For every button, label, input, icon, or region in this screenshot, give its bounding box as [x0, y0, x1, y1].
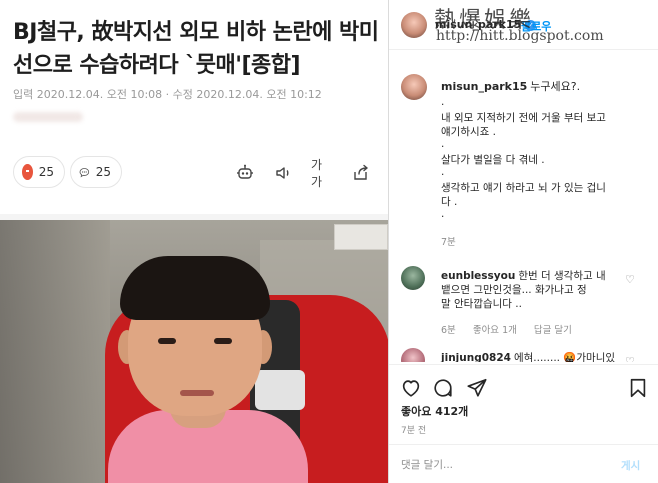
person-eye — [158, 338, 176, 344]
font-size-button[interactable]: 가가 — [311, 158, 333, 189]
person-eye — [214, 338, 232, 344]
avatar[interactable] — [401, 266, 425, 290]
air-conditioner — [334, 224, 388, 250]
comment-count: 25 — [95, 165, 111, 179]
avatar[interactable] — [401, 348, 425, 362]
comment-username[interactable]: jinjung0824 — [441, 352, 511, 362]
caption-line: 내 외모 지적하기 전에 거울 부터 보고 — [441, 112, 606, 124]
share-icon — [354, 164, 368, 180]
comment-username[interactable]: eunblessyou — [441, 270, 515, 282]
read-aloud-button[interactable] — [273, 162, 295, 184]
comment-meta: 6분 좋아요 1개 답글 달기 — [441, 322, 586, 336]
instagram-panel: misun_park15 ✓ 팔로우 熱爆娛樂 http://hitt.blog… — [389, 0, 658, 483]
robot-icon — [237, 164, 253, 179]
add-comment-bar: 게시 — [389, 444, 658, 483]
caption-line: 생각하고 얘기 하라고 뇌 가 있는 겁니 — [441, 182, 606, 194]
likes-count[interactable]: 좋아요 412개 — [401, 403, 468, 419]
font-size-label: 가가 — [311, 158, 323, 189]
comment-header: jinjung0824 에혀........ 🤬가마니있 — [441, 350, 615, 362]
angry-face-icon — [22, 164, 33, 180]
person-hair — [120, 256, 270, 320]
watermark-url: http://hitt.blogspot.com — [436, 28, 604, 44]
caption-line: 얘기하시죠 . — [441, 126, 496, 138]
article-headline: BJ철구, 故박지선 외모 비하 논란에 박미선으로 수습하려다 `뭇매'[종합… — [13, 20, 379, 78]
caption-line: . — [441, 96, 445, 108]
post-action-bar: 좋아요 412개 7분 전 — [389, 364, 658, 452]
gaming-chair-arm — [255, 370, 305, 410]
comment-item-partial: jinjung0824 에혀........ 🤬가마니있 ♡ — [389, 348, 658, 362]
caption-username-link[interactable]: misun_park15 — [441, 80, 527, 93]
person-mouth — [180, 390, 214, 396]
caption-line: 살다가 별일을 다 겪네 . — [441, 154, 545, 166]
caption-line: . — [441, 166, 445, 178]
speech-bubble-icon — [79, 167, 90, 177]
post-header: misun_park15 ✓ 팔로우 熱爆娛樂 http://hitt.blog… — [389, 0, 658, 50]
comment-time: 6분 — [441, 325, 456, 336]
comment-like-heart-icon[interactable]: ♡ — [625, 356, 637, 363]
post-comment-button[interactable]: 게시 — [621, 458, 640, 473]
caption-username: misun_park15 누구세요?. — [441, 78, 580, 94]
summary-bot-button[interactable] — [234, 162, 256, 184]
avatar[interactable] — [401, 12, 427, 38]
comment-text: 뱉으면 그만인것을... 화가나고 정 — [441, 284, 587, 296]
caption-time: 7분 — [441, 237, 456, 248]
article-dates: 입력 2020.12.04. 오전 10:08 · 수정 2020.12.04.… — [13, 88, 322, 101]
comment-count-button[interactable]: 25 — [70, 156, 122, 188]
angry-reaction-count: 25 — [38, 165, 54, 179]
wall-background — [0, 220, 110, 483]
caption-line: 다 . — [441, 196, 458, 208]
comment-text: 에혀........ 🤬가마니있 — [513, 352, 616, 362]
reply-button[interactable]: 답글 달기 — [534, 325, 572, 336]
angry-reaction-button[interactable]: 25 — [13, 156, 65, 188]
article-header: BJ철구, 故박지선 외모 비하 논란에 박미선으로 수습하려다 `뭇매'[종합… — [0, 0, 388, 220]
post-timestamp: 7분 전 — [401, 426, 427, 436]
caption-line: . — [441, 138, 445, 150]
comment-icon[interactable] — [432, 377, 454, 399]
bookmark-icon[interactable] — [627, 377, 649, 399]
news-article: BJ철구, 故박지선 외모 비하 논란에 박미선으로 수습하려다 `뭇매'[종합… — [0, 0, 388, 483]
comment-likes[interactable]: 좋아요 1개 — [473, 325, 517, 336]
video-still-image[interactable] — [0, 220, 388, 483]
comment-text: 한번 더 생각하고 내 — [518, 270, 606, 282]
caption-line: . — [441, 208, 445, 220]
share-button[interactable] — [350, 162, 372, 184]
share-paper-plane-icon[interactable] — [466, 377, 488, 399]
comment-text: 말 안타깝습니다 .. — [441, 298, 522, 310]
caption-first-line: 누구세요?. — [530, 80, 581, 93]
comment-input[interactable] — [401, 456, 601, 474]
avatar[interactable] — [401, 74, 427, 100]
blurred-byline — [13, 112, 83, 122]
heart-icon[interactable] — [400, 377, 422, 399]
comment-header: eunblessyou 한번 더 생각하고 내 — [441, 268, 606, 283]
comment-like-heart-icon[interactable]: ♡ — [625, 274, 637, 286]
speaker-icon — [276, 167, 289, 179]
